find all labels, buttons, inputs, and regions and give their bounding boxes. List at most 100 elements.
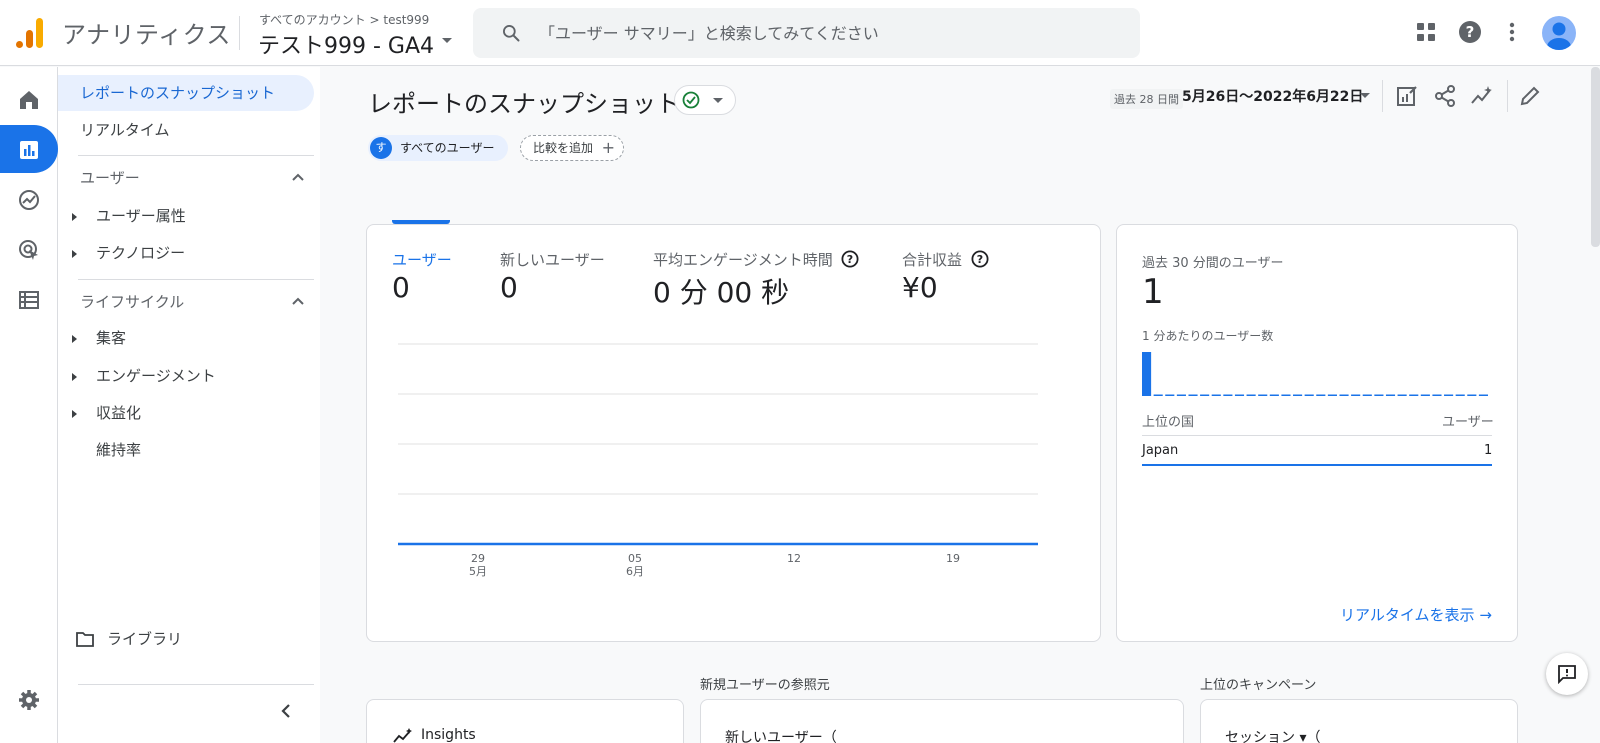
realtime-per-minute-chart: [1142, 352, 1488, 396]
realtime-minute-bar: [1478, 394, 1488, 396]
realtime-minute-bar: [1211, 394, 1221, 396]
more-vert-icon[interactable]: [1500, 20, 1524, 44]
x-tick-month-label: 5月: [469, 565, 487, 578]
insights-card: Insights: [366, 699, 684, 743]
metric-engagement-tab[interactable]: 平均エンゲージメント時間 ?: [653, 249, 859, 270]
analytics-logo-icon[interactable]: [16, 18, 44, 48]
realtime-minute-bar: [1188, 394, 1198, 396]
nav-divider: [78, 155, 314, 156]
x-tick-label: 19: [946, 552, 960, 565]
nav-divider: [78, 279, 314, 280]
users-trend-chart: 295月 056月 12 19: [398, 343, 1038, 578]
realtime-minute-bar: [1269, 394, 1279, 396]
home-icon: [20, 91, 38, 109]
property-selector[interactable]: テスト999 - GA4: [258, 28, 434, 60]
top-campaign-card: セッション ▾（: [1200, 699, 1518, 743]
toolbar-divider: [1382, 80, 1383, 112]
sessions-metric-selector[interactable]: セッション ▾（: [1225, 727, 1320, 743]
nav-realtime[interactable]: リアルタイム: [58, 112, 170, 148]
rail-advertising[interactable]: [0, 225, 58, 273]
new-users-source-card: 新しいユーザー（: [700, 699, 1184, 743]
help-outline-icon[interactable]: ?: [841, 250, 859, 268]
add-comparison-button[interactable]: 比較を追加 +: [520, 135, 625, 161]
rail-reports[interactable]: [0, 125, 58, 173]
metric-engagement-label: 平均エンゲージメント時間: [653, 251, 833, 269]
rail-configure[interactable]: [0, 275, 58, 323]
advertising-icon: [19, 240, 38, 260]
search-bar[interactable]: [473, 8, 1140, 58]
nav-section-label: ライフサイクル: [80, 293, 185, 311]
metric-new-users-value: 0: [500, 271, 518, 304]
new-users-dimension-selector[interactable]: 新しいユーザー（: [725, 727, 837, 743]
insights-sparkle-icon[interactable]: [1470, 84, 1494, 108]
nav-section-user[interactable]: ユーザー: [80, 163, 310, 193]
search-icon: [503, 25, 520, 42]
realtime-minute-bar: [1165, 394, 1175, 396]
customize-report-icon[interactable]: [1395, 84, 1419, 108]
metric-new-users-tab[interactable]: 新しいユーザー: [500, 249, 605, 270]
view-realtime-link[interactable]: リアルタイムを表示 →: [1340, 604, 1492, 625]
share-icon[interactable]: [1433, 84, 1457, 108]
account-avatar[interactable]: [1542, 16, 1576, 50]
metric-revenue-value: ¥0: [902, 271, 938, 304]
audience-chip[interactable]: す すべてのユーザー: [368, 135, 509, 161]
help-outline-icon[interactable]: ?: [971, 250, 989, 268]
nav-sub-label: テクノロジー: [96, 244, 186, 262]
col-header-country: 上位の国: [1142, 415, 1195, 430]
realtime-minute-bar: [1420, 394, 1430, 396]
realtime-minute-bar: [1142, 352, 1152, 396]
realtime-minute-bar: [1234, 394, 1245, 396]
country-cell: Japan: [1142, 443, 1179, 458]
realtime-minute-bar: [1339, 394, 1349, 396]
rail-settings[interactable]: [0, 675, 58, 723]
status-chip[interactable]: [674, 85, 736, 115]
chevron-down-icon[interactable]: [442, 38, 452, 43]
settings-icon: [19, 690, 39, 710]
realtime-minute-bar: [1444, 394, 1454, 396]
report-nav: レポートのスナップショット リアルタイム ユーザー ユーザー属性 テクノロジー …: [58, 67, 320, 743]
feedback-button[interactable]: [1546, 653, 1588, 695]
page-scrollbar[interactable]: [1591, 67, 1600, 247]
x-tick-month-label: 6月: [626, 565, 644, 578]
section-top-campaign: 上位のキャンペーン: [1200, 678, 1317, 693]
metric-revenue-tab[interactable]: 合計収益 ?: [902, 249, 989, 270]
account-breadcrumb[interactable]: すべてのアカウント > test999: [259, 11, 429, 28]
metric-engagement-value: 0 分 00 秒: [653, 276, 790, 309]
apps-grid-icon[interactable]: [1414, 20, 1438, 44]
page-title: レポートのスナップショット: [368, 90, 680, 118]
left-rail: [0, 67, 58, 743]
section-new-user-source: 新規ユーザーの参照元: [700, 678, 830, 693]
realtime-minute-bar: [1293, 394, 1303, 396]
rail-explore[interactable]: [0, 175, 58, 223]
chevron-down-icon[interactable]: [1360, 93, 1370, 98]
folder-icon: [76, 632, 94, 647]
realtime-minute-bar: [1397, 394, 1407, 396]
search-input[interactable]: [539, 8, 1119, 58]
person-icon: [1547, 22, 1571, 50]
x-tick-label: 12: [787, 552, 801, 565]
svg-text:?: ?: [1466, 23, 1475, 41]
chevron-up-icon: [292, 297, 304, 305]
realtime-minute-bar: [1327, 394, 1337, 396]
help-icon[interactable]: ?: [1458, 20, 1482, 44]
rail-home[interactable]: [0, 75, 58, 123]
explore-icon: [19, 190, 39, 210]
nav-section-lifecycle[interactable]: ライフサイクル: [80, 287, 310, 317]
nav-report-snapshot[interactable]: レポートのスナップショット: [58, 75, 314, 111]
edit-pencil-icon[interactable]: [1518, 84, 1542, 108]
realtime-minute-bar: [1385, 394, 1396, 396]
add-comparison-label: 比較を追加: [533, 141, 594, 155]
collapse-chevron-left-icon[interactable]: [280, 703, 292, 719]
header-divider: [239, 16, 240, 50]
nav-sub-label: 収益化: [96, 404, 142, 422]
chevron-up-icon: [292, 173, 304, 181]
reports-icon: [20, 141, 38, 159]
metric-revenue-label: 合計収益: [902, 251, 963, 269]
nav-library-label: ライブラリ: [107, 630, 183, 648]
metric-users-tab[interactable]: ユーザー: [392, 249, 452, 270]
caret-right-icon: [72, 335, 77, 343]
metric-users-value: 0: [392, 271, 410, 304]
date-preset-label: 過去 28 日間: [1110, 89, 1183, 109]
date-range-picker[interactable]: 5月26日～2022年6月22日: [1182, 86, 1363, 106]
realtime-users-value: 1: [1142, 272, 1164, 312]
